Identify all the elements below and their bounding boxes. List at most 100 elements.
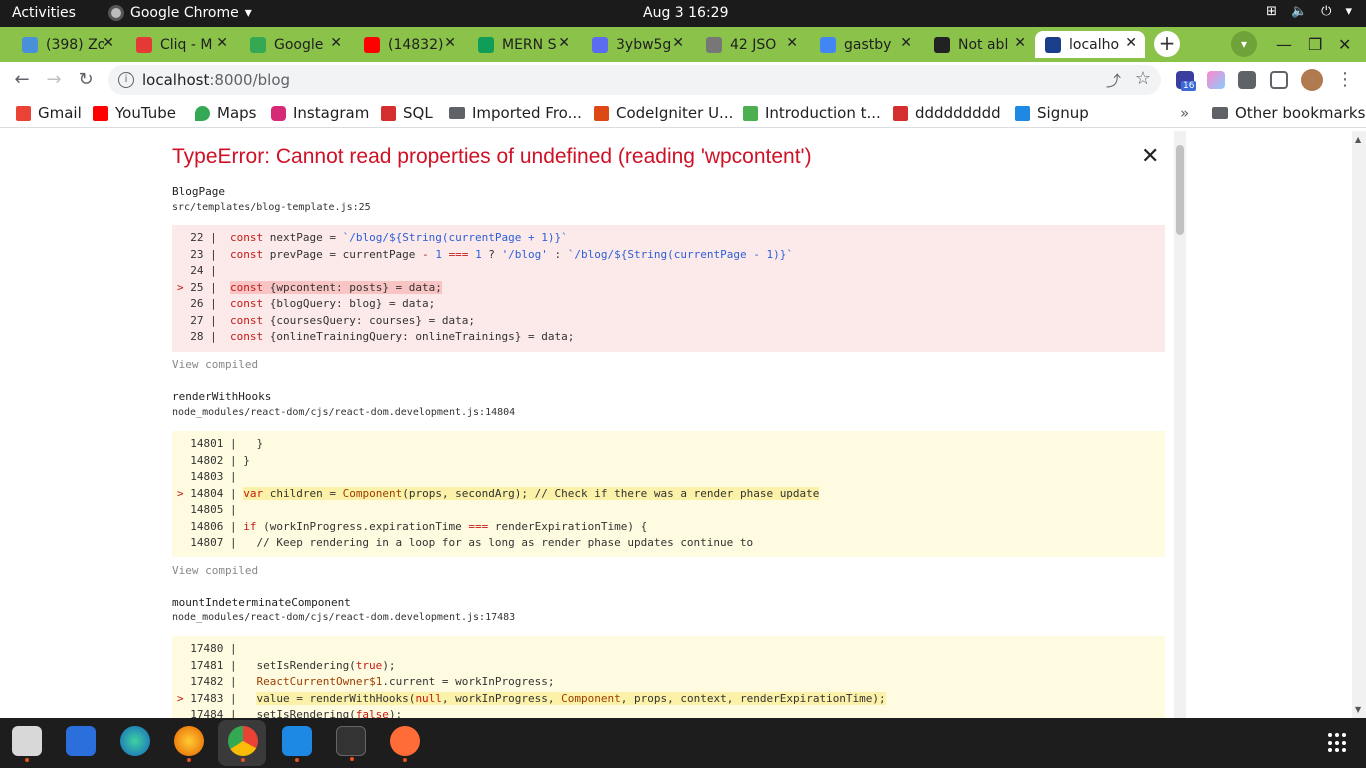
close-icon[interactable]: ✕ <box>900 35 912 51</box>
frame-function: renderWithHooks <box>172 390 272 403</box>
bookmark-folder-other[interactable]: Other bookmarks <box>1212 104 1365 122</box>
tab[interactable]: MERN S ✕ <box>468 31 578 58</box>
address-bar[interactable]: i localhost:8000/blog ⤴ ☆ <box>108 65 1161 95</box>
tab[interactable]: (398) Zo ✕ <box>12 31 122 58</box>
chrome-icon[interactable] <box>228 726 258 762</box>
close-icon[interactable]: ✕ <box>216 35 228 51</box>
favicon-icon <box>934 36 950 53</box>
menu-icon[interactable]: ⋮ <box>1333 68 1357 92</box>
bookmark-label: Maps <box>217 104 257 122</box>
close-icon[interactable]: ✕ <box>444 35 456 51</box>
volume-icon[interactable]: 🔈 <box>1291 4 1307 19</box>
frame-file-link[interactable]: node_modules/react-dom/cjs/react-dom.dev… <box>172 407 515 418</box>
system-tray[interactable]: ⊞ 🔈 ⏻ ▾ <box>1266 4 1352 19</box>
favicon-icon <box>820 36 836 53</box>
network-icon[interactable]: ⊞ <box>1266 4 1277 19</box>
view-compiled-link[interactable]: View compiled <box>172 358 258 371</box>
app-menu[interactable]: Google Chrome ▾ <box>108 5 252 21</box>
frame-file-link[interactable]: src/templates/blog-template.js:25 <box>172 202 371 213</box>
firefox-icon[interactable] <box>174 726 204 762</box>
files-icon[interactable] <box>12 726 42 762</box>
page-scrollbar[interactable]: ▲ ▼ <box>1352 131 1366 718</box>
edge-dev-icon[interactable] <box>120 726 150 756</box>
close-window-icon[interactable]: ✕ <box>1338 35 1351 54</box>
extension-badge: 16 <box>1181 81 1197 91</box>
tab[interactable]: Not abl ✕ <box>924 31 1034 58</box>
frame-file-link[interactable]: node_modules/react-dom/cjs/react-dom.dev… <box>172 612 515 623</box>
app-name: Google Chrome <box>130 5 239 21</box>
show-applications-icon[interactable] <box>1328 733 1348 753</box>
code-line: 14802 | } <box>177 453 250 467</box>
tab[interactable]: (14832) ✕ <box>354 31 464 58</box>
chevron-down-icon[interactable]: ▾ <box>1345 4 1352 19</box>
favicon-icon <box>22 36 38 53</box>
close-icon[interactable]: ✕ <box>558 35 570 51</box>
terminal-icon[interactable] <box>336 726 366 761</box>
forward-icon[interactable]: → <box>42 68 66 92</box>
side-panel-icon[interactable] <box>1270 71 1288 89</box>
scrollbar-thumb[interactable] <box>1176 145 1184 235</box>
extension-icon[interactable] <box>1207 71 1225 89</box>
code-line: 17484 | setIsRendering(false); <box>177 708 403 718</box>
tab[interactable]: gastby ✕ <box>810 31 920 58</box>
code-line: 17481 | setIsRendering(true); <box>177 658 396 672</box>
tab-title: Not abl <box>958 36 1009 53</box>
bookmark-folder-imported[interactable]: Imported Fro... <box>449 104 582 122</box>
bookmark-gmail[interactable]: Gmail <box>16 104 82 122</box>
bookmark-ddddddddd[interactable]: ddddddddd <box>893 104 1001 122</box>
avatar[interactable] <box>1301 69 1323 91</box>
bookmark-star-icon[interactable]: ☆ <box>1135 68 1151 89</box>
frame-function: BlogPage <box>172 185 225 198</box>
code-line: 14807 | // Keep rendering in a loop for … <box>177 536 754 549</box>
minimize-icon[interactable]: — <box>1276 35 1292 54</box>
tab[interactable]: Google ✕ <box>240 31 350 58</box>
tab-title: 42 JSO <box>730 36 777 53</box>
code-line: 17480 | <box>177 642 237 655</box>
close-icon[interactable]: ✕ <box>786 35 798 51</box>
nodejs-icon <box>743 105 758 121</box>
scroll-up-icon[interactable]: ▲ <box>1355 135 1361 144</box>
scroll-down-icon[interactable]: ▼ <box>1355 705 1361 714</box>
tab-search-button[interactable]: ▾ <box>1231 31 1257 57</box>
code-line: 28 | const {onlineTrainingQuery: onlineT… <box>177 330 575 343</box>
bookmark-introduction[interactable]: Introduction t... <box>743 104 881 122</box>
url-text[interactable]: localhost:8000/blog <box>142 71 290 89</box>
bookmark-youtube[interactable]: YouTube <box>93 104 176 122</box>
maps-icon <box>195 105 210 121</box>
sql-icon <box>381 105 396 121</box>
tab-active[interactable]: localho ✕ <box>1035 31 1145 58</box>
tab[interactable]: 3ybw5g ✕ <box>582 31 692 58</box>
bookmark-sql[interactable]: SQL <box>381 104 433 122</box>
new-tab-button[interactable]: + <box>1154 31 1180 57</box>
reload-icon[interactable]: ↻ <box>74 68 98 92</box>
tab[interactable]: Cliq - M ✕ <box>126 31 236 58</box>
activities-button[interactable]: Activities <box>12 5 76 21</box>
bookmarks-overflow-button[interactable]: » <box>1180 104 1189 122</box>
power-icon[interactable]: ⏻ <box>1321 4 1331 19</box>
overlay-scrollbar[interactable] <box>1174 131 1186 718</box>
writer-icon[interactable] <box>66 726 96 756</box>
close-icon[interactable]: ✕ <box>102 35 114 51</box>
tab[interactable]: 42 JSO ✕ <box>696 31 806 58</box>
postman-icon[interactable] <box>390 726 420 762</box>
back-icon[interactable]: ← <box>10 68 34 92</box>
tab-title: (398) Zo <box>46 36 104 53</box>
vscode-icon[interactable] <box>282 726 312 762</box>
close-icon[interactable]: ✕ <box>1014 35 1026 51</box>
close-icon[interactable]: ✕ <box>672 35 684 51</box>
code-snippet: 22 | const nextPage = `/blog/${String(cu… <box>172 225 1165 352</box>
close-icon[interactable]: ✕ <box>330 35 342 51</box>
close-icon[interactable]: ✕ <box>1125 35 1137 51</box>
view-compiled-link[interactable]: View compiled <box>172 564 258 577</box>
code-line: 26 | const {blogQuery: blog} = data; <box>177 297 436 310</box>
bookmark-codeigniter[interactable]: CodeIgniter U... <box>594 104 733 122</box>
bookmark-instagram[interactable]: Instagram <box>271 104 369 122</box>
maximize-icon[interactable]: ❐ <box>1308 35 1322 54</box>
puzzle-icon[interactable] <box>1238 71 1256 89</box>
bookmark-signup[interactable]: Signup <box>1015 104 1089 122</box>
close-overlay-icon[interactable]: ✕ <box>1141 144 1159 169</box>
share-icon[interactable]: ⤴ <box>1106 70 1121 91</box>
clock[interactable]: Aug 3 16:29 <box>643 5 729 21</box>
site-info-icon[interactable]: i <box>118 72 134 88</box>
bookmark-maps[interactable]: Maps <box>195 104 256 122</box>
